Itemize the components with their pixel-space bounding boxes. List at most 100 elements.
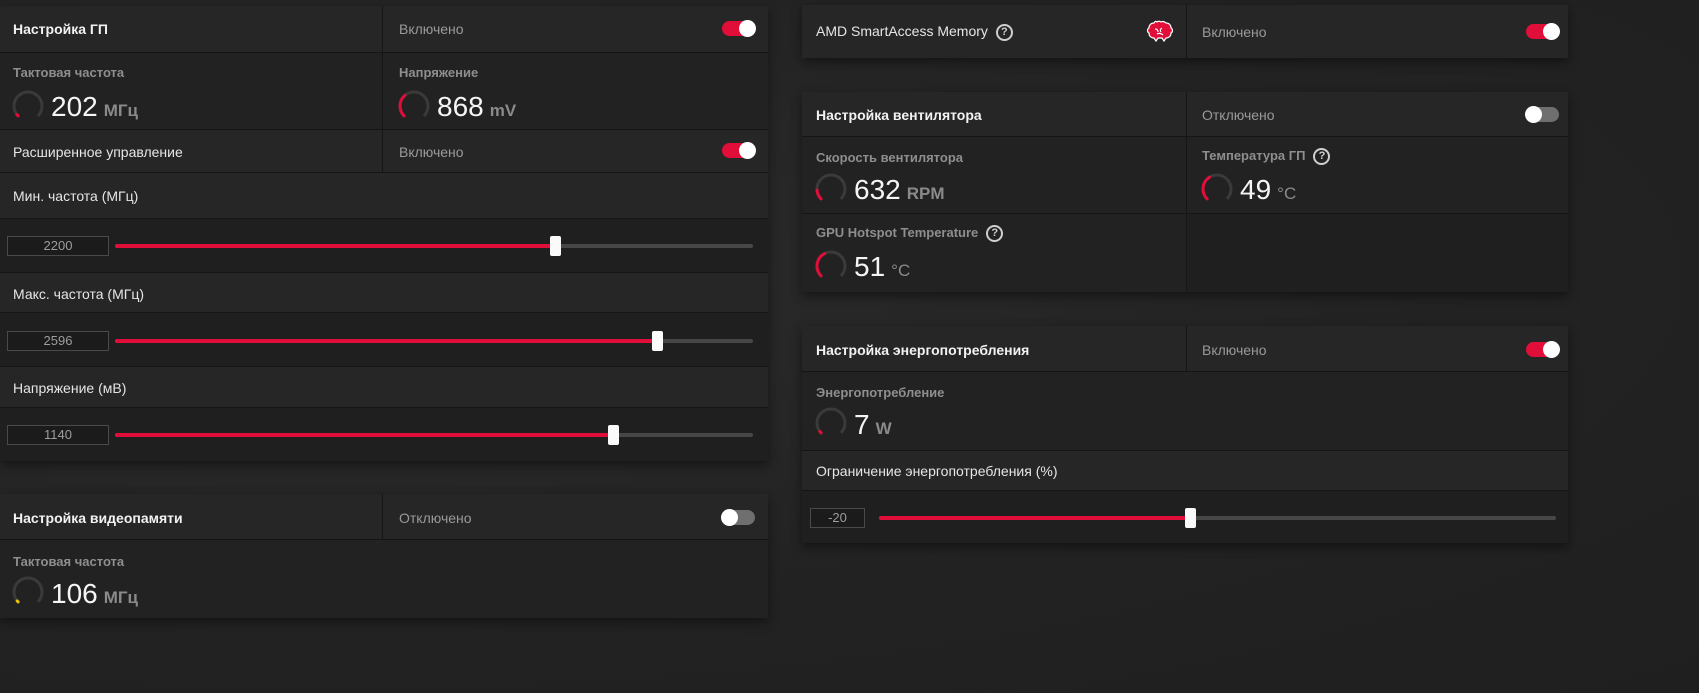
gpu-tuning-panel: Настройка ГП Включено Тактовая частота 2…: [0, 6, 768, 461]
sam-help-icon[interactable]: ?: [995, 23, 1013, 41]
fan-metrics-row-2: GPU Hotspot Temperature? 51 °C: [802, 214, 1568, 292]
gauge-fill: [1201, 175, 1211, 201]
voltage-slider-row: 1140: [0, 408, 768, 461]
vram-tuning-title: Настройка видеопамяти: [13, 510, 183, 526]
advanced-control-label: Расширенное управление: [13, 144, 183, 160]
power-limit-slider[interactable]: [879, 508, 1556, 528]
gpu-voltage-gauge: [398, 90, 430, 118]
vram-clock-label: Тактовая частота: [13, 554, 125, 569]
hotspot-temp-gauge: [815, 250, 847, 278]
vram-tuning-panel: Настройка видеопамяти Отключено Тактовая…: [0, 494, 768, 618]
gauge-track: [815, 173, 847, 200]
hotspot-help-icon[interactable]: ?: [986, 225, 1004, 243]
fan-speed-label: Скорость вентилятора: [816, 150, 963, 165]
power-limit-slider-row: -20: [802, 491, 1568, 543]
power-usage-label: Энергопотребление: [816, 385, 945, 400]
power-tuning-header: Настройка энергопотребления Включено: [802, 326, 1568, 371]
vram-tuning-header: Настройка видеопамяти Отключено: [0, 494, 768, 539]
empty-metric-cell: [1187, 214, 1568, 292]
vram-clock-gauge: [12, 576, 44, 604]
advanced-control-state: Включено: [399, 144, 464, 160]
power-limit-label-row: Ограничение энергопотребления (%): [802, 451, 1568, 490]
power-usage-value: 7: [854, 409, 870, 440]
gauge-track: [12, 576, 44, 603]
power-tuning-toggle[interactable]: [1526, 341, 1560, 358]
gpu-clock-label: Тактовая частота: [13, 65, 125, 80]
gauge-fill: [15, 112, 20, 118]
gpu-clock-gauge: [12, 90, 44, 118]
gpu-tuning-header: Настройка ГП Включено: [0, 6, 768, 52]
max-freq-label: Макс. частота (МГц): [13, 286, 144, 302]
power-tuning-state: Включено: [1202, 342, 1267, 358]
power-tuning-panel: Настройка энергопотребления Включено Эне…: [802, 326, 1568, 543]
gpu-tuning-title: Настройка ГП: [13, 21, 108, 37]
fan-speed-value: 632: [854, 174, 901, 205]
gauge-fill: [15, 599, 20, 604]
power-metrics-row: Энергопотребление 7 W: [802, 372, 1568, 450]
gpu-voltage-value: 868: [437, 91, 484, 122]
gauge-fill: [815, 188, 823, 201]
power-tuning-title: Настройка энергопотребления: [816, 342, 1030, 358]
fan-speed-unit: RPM: [906, 184, 945, 203]
gpu-tuning-toggle[interactable]: [722, 20, 756, 37]
voltage-slider-thumb[interactable]: [607, 425, 619, 445]
gpu-voltage-unit: mV: [489, 101, 517, 120]
gauge-fill: [815, 252, 827, 278]
gpu-clock-value: 202: [51, 91, 98, 122]
gpu-temp-value: 49: [1240, 174, 1272, 205]
gauge-fill: [398, 93, 407, 118]
gpu-clock-unit: МГц: [103, 101, 138, 120]
min-freq-input[interactable]: 2200: [7, 236, 109, 256]
advanced-control-toggle[interactable]: [722, 142, 756, 159]
power-limit-slider-thumb[interactable]: [1185, 508, 1197, 528]
fan-tuning-state: Отключено: [1202, 107, 1275, 123]
power-usage-gauge: [815, 407, 847, 435]
gpu-temp-help-icon[interactable]: ?: [1313, 148, 1331, 166]
gpu-temp-unit: °C: [1277, 184, 1297, 203]
gpu-tuning-state: Включено: [399, 21, 464, 37]
gpu-voltage-label: Напряжение: [399, 65, 479, 80]
power-limit-label: Ограничение энергопотребления (%): [816, 463, 1058, 479]
fan-tuning-header: Настройка вентилятора Отключено: [802, 92, 1568, 136]
power-usage-unit: W: [875, 419, 892, 438]
hotspot-temp-value: 51: [854, 251, 886, 282]
sam-toggle[interactable]: [1526, 23, 1560, 40]
gauge-track: [12, 90, 44, 117]
voltage-input[interactable]: 1140: [7, 425, 109, 445]
vram-tuning-state: Отключено: [399, 510, 472, 526]
min-freq-slider-row: 2200: [0, 219, 768, 272]
gauge-track: [815, 407, 847, 434]
gauge-fill: [818, 429, 823, 435]
voltage-slider[interactable]: [115, 425, 753, 445]
gpu-temp-label: Температура ГП?: [1202, 148, 1331, 166]
max-freq-slider[interactable]: [115, 331, 753, 351]
brain-icon: [1146, 20, 1174, 43]
power-limit-input[interactable]: -20: [810, 508, 865, 528]
hotspot-temp-unit: °C: [891, 261, 911, 280]
max-freq-input[interactable]: 2596: [7, 331, 109, 351]
min-freq-label-row: Мин. частота (МГц): [0, 173, 768, 218]
vram-tuning-toggle[interactable]: [721, 509, 755, 526]
hotspot-temp-label: GPU Hotspot Temperature?: [816, 225, 1004, 243]
fan-tuning-toggle[interactable]: [1525, 106, 1559, 123]
sam-state: Включено: [1202, 24, 1267, 40]
max-freq-slider-row: 2596: [0, 313, 768, 366]
voltage-label-row: Напряжение (мВ): [0, 367, 768, 407]
min-freq-label: Мин. частота (МГц): [13, 188, 139, 204]
max-freq-slider-thumb[interactable]: [652, 331, 664, 351]
min-freq-slider-thumb[interactable]: [550, 236, 562, 256]
fan-tuning-panel: Настройка вентилятора Отключено Скорость…: [802, 92, 1568, 292]
fan-tuning-title: Настройка вентилятора: [816, 107, 982, 123]
sam-title: AMD SmartAccess Memory?: [816, 23, 1013, 41]
min-freq-slider[interactable]: [115, 236, 753, 256]
gpu-temp-gauge: [1201, 173, 1233, 201]
max-freq-label-row: Макс. частота (МГц): [0, 273, 768, 312]
gpu-metrics-row: Тактовая частота 202 МГц Напряжение 868 …: [0, 53, 768, 129]
vram-clock-value: 106: [51, 578, 98, 609]
fan-speed-gauge: [815, 173, 847, 201]
vram-metrics-row: Тактовая частота 106 МГц: [0, 540, 768, 618]
advanced-control-row: Расширенное управление Включено: [0, 130, 768, 172]
sam-panel: AMD SmartAccess Memory? Включено: [802, 5, 1568, 58]
fan-metrics-row-1: Скорость вентилятора 632 RPM Температура…: [802, 137, 1568, 213]
vram-clock-unit: МГц: [103, 588, 138, 607]
